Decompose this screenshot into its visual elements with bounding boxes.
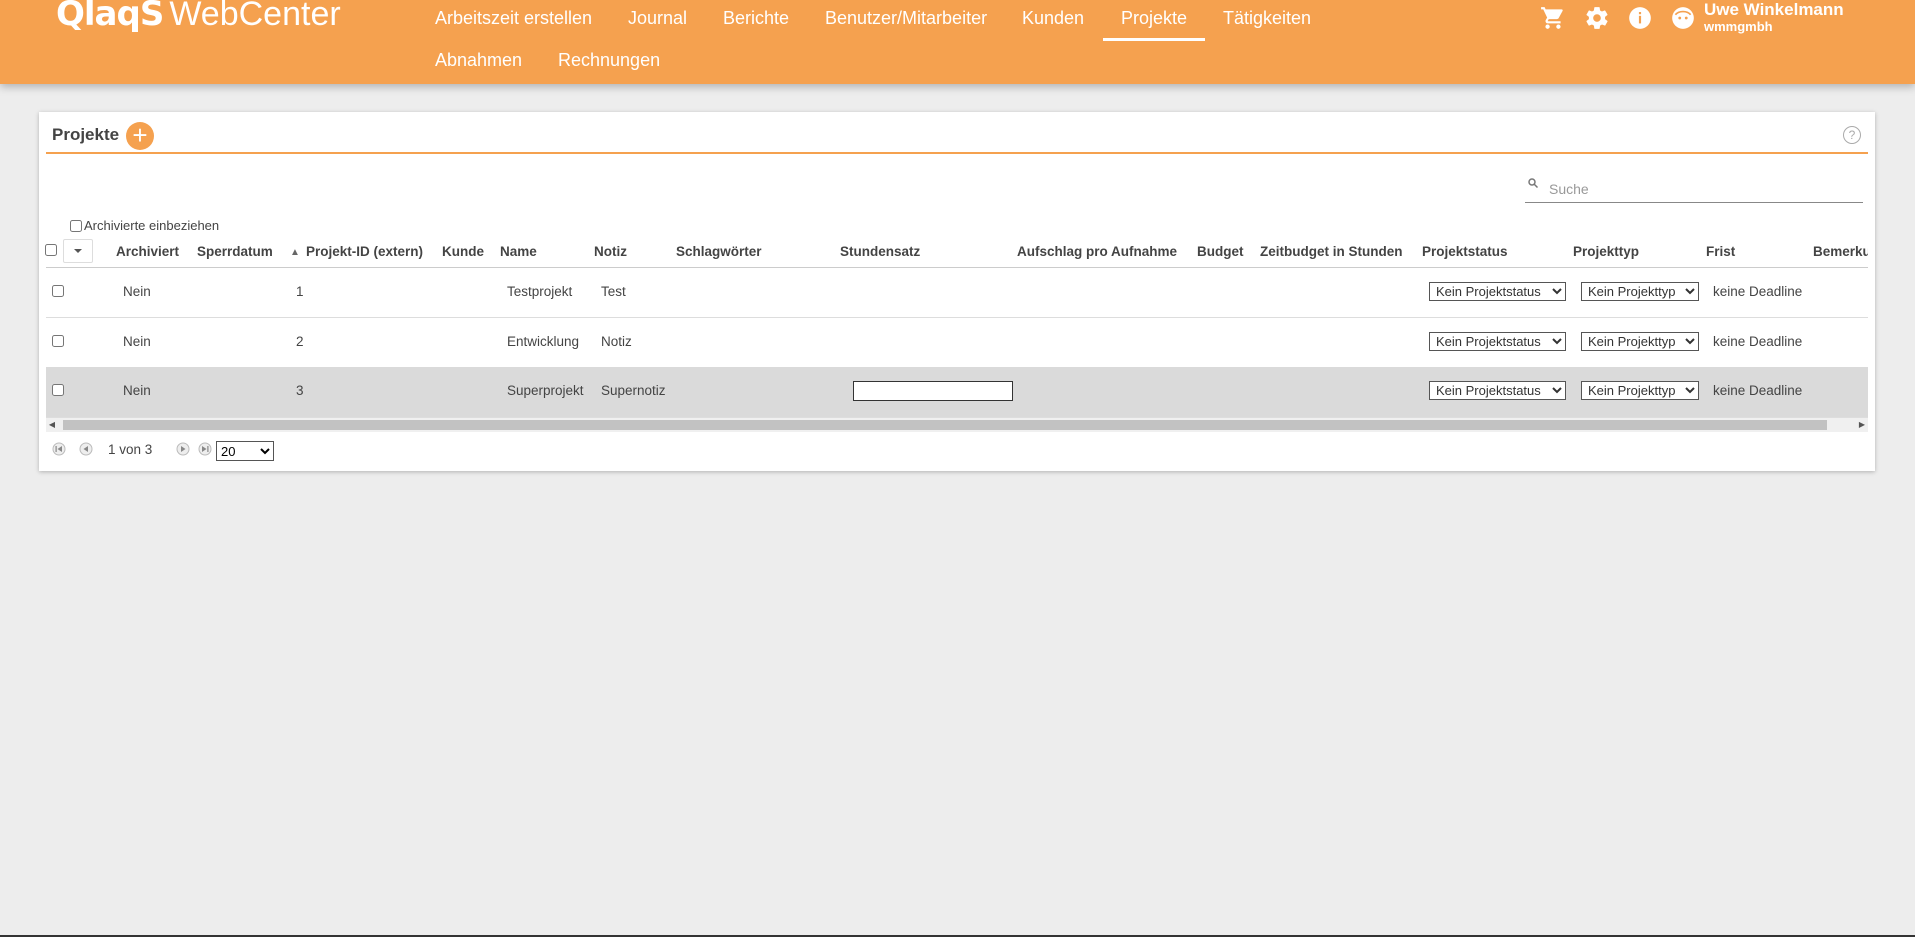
col-notiz[interactable]: Notiz	[594, 244, 627, 259]
nav-projekte[interactable]: Projekte	[1102, 8, 1206, 41]
nav-berichte[interactable]: Berichte	[723, 8, 789, 29]
col-aufschlag[interactable]: Aufschlag pro Aufnahme	[1017, 244, 1177, 259]
projekttyp-select[interactable]: Kein Projekttyp	[1581, 332, 1699, 351]
user-face-icon[interactable]	[1670, 5, 1696, 31]
col-budget[interactable]: Budget	[1197, 244, 1244, 259]
col-name[interactable]: Name	[500, 244, 537, 259]
nav-kunden[interactable]: Kunden	[1022, 8, 1084, 29]
first-page-icon[interactable]	[51, 442, 67, 456]
archived-filter: Archivierte einbeziehen	[70, 218, 219, 233]
projects-panel: Projekte + ? Archivierte einbeziehen Arc…	[39, 112, 1875, 471]
previous-page-icon[interactable]	[78, 442, 94, 456]
last-page-icon[interactable]	[197, 442, 213, 456]
cell-notiz: Supernotiz	[601, 383, 666, 398]
search-icon	[1528, 178, 1539, 189]
cell-name: Superprojekt	[507, 383, 584, 398]
row-checkbox[interactable]	[52, 285, 64, 297]
col-kunde[interactable]: Kunde	[442, 244, 484, 259]
col-archiviert[interactable]: Archiviert	[116, 244, 179, 259]
scroll-right-icon[interactable]: ▶	[1856, 418, 1868, 432]
cell-archiviert: Nein	[123, 284, 151, 299]
user-company: wmmgmbh	[1704, 19, 1773, 34]
archived-label: Archivierte einbeziehen	[84, 218, 220, 233]
col-zeitbudget[interactable]: Zeitbudget in Stunden	[1260, 244, 1402, 259]
user-menu[interactable]: Uwe Winkelmann wmmgmbh	[1704, 0, 1844, 34]
col-frist[interactable]: Frist	[1706, 244, 1735, 259]
chevron-down-icon	[74, 249, 82, 253]
panel-divider	[46, 152, 1868, 154]
info-icon[interactable]	[1627, 5, 1653, 31]
col-bemerkungen[interactable]: Bemerkungen	[1813, 244, 1868, 259]
help-icon[interactable]: ?	[1843, 126, 1861, 144]
cell-frist: keine Deadline	[1713, 284, 1803, 299]
cell-projekt-id: 3	[296, 383, 304, 398]
projektstatus-select[interactable]: Kein Projektstatus	[1429, 332, 1566, 351]
nav-journal[interactable]: Journal	[628, 8, 687, 29]
col-projekt-id[interactable]: Projekt-ID (extern)	[306, 244, 423, 259]
cell-name: Testprojekt	[507, 284, 573, 299]
scrollbar-thumb[interactable]	[63, 420, 1827, 430]
select-all-checkbox[interactable]	[45, 244, 57, 256]
scroll-left-icon[interactable]: ◀	[46, 418, 58, 432]
projektstatus-select[interactable]: Kein Projektstatus	[1429, 381, 1566, 400]
archived-checkbox[interactable]	[70, 220, 82, 232]
cell-frist: keine Deadline	[1713, 383, 1803, 398]
nav-abnahmen[interactable]: Abnahmen	[435, 50, 522, 71]
projekttyp-select[interactable]: Kein Projekttyp	[1581, 282, 1699, 301]
logo-product: WebCenter	[169, 0, 341, 33]
nav-arbeitszeit-erstellen[interactable]: Arbeitszeit erstellen	[435, 8, 592, 29]
page-size-select[interactable]: 20	[216, 441, 274, 461]
cell-archiviert: Nein	[123, 334, 151, 349]
cell-archiviert: Nein	[123, 383, 151, 398]
next-page-icon[interactable]	[175, 442, 191, 456]
cell-projekt-id: 1	[296, 284, 304, 299]
col-sperrdatum[interactable]: Sperrdatum	[197, 244, 273, 259]
col-schlagwoerter[interactable]: Schlagwörter	[676, 244, 762, 259]
horizontal-scrollbar[interactable]: ◀ ▶	[46, 418, 1868, 432]
nav-rechnungen[interactable]: Rechnungen	[558, 50, 660, 71]
stundensatz-input[interactable]	[853, 381, 1013, 401]
nav-taetigkeiten[interactable]: Tätigkeiten	[1223, 8, 1311, 29]
search-input[interactable]	[1547, 178, 1851, 200]
search-box	[1525, 172, 1863, 203]
logo-brand: QlaqS	[56, 0, 164, 34]
panel-title: Projekte	[52, 125, 120, 144]
user-name: Uwe Winkelmann	[1704, 0, 1844, 19]
table-row[interactable]: Nein 3 Superprojekt Supernotiz Kein Proj…	[46, 367, 1868, 418]
cell-notiz: Notiz	[601, 334, 632, 349]
nav-benutzer-mitarbeiter[interactable]: Benutzer/Mitarbeiter	[825, 8, 987, 29]
projekttyp-select[interactable]: Kein Projekttyp	[1581, 381, 1699, 400]
selection-menu[interactable]	[63, 239, 93, 263]
col-stundensatz[interactable]: Stundensatz	[840, 244, 920, 259]
col-projekttyp[interactable]: Projekttyp	[1573, 244, 1639, 259]
table-row[interactable]: Nein 1 Testprojekt Test Kein Projektstat…	[46, 268, 1868, 318]
gear-icon[interactable]	[1584, 5, 1610, 31]
row-checkbox[interactable]	[52, 335, 64, 347]
col-projektstatus[interactable]: Projektstatus	[1422, 244, 1508, 259]
page-info: 1 von 3	[108, 442, 153, 457]
cell-projekt-id: 2	[296, 334, 304, 349]
cell-frist: keine Deadline	[1713, 334, 1803, 349]
add-project-button[interactable]: +	[126, 122, 154, 150]
table-row[interactable]: Nein 2 Entwicklung Notiz Kein Projektsta…	[46, 318, 1868, 368]
projektstatus-select[interactable]: Kein Projektstatus	[1429, 282, 1566, 301]
sort-ascending-icon: ▲	[290, 247, 300, 258]
top-header: QlaqS WebCenter Arbeitszeit erstellen Jou…	[0, 0, 1915, 84]
app-logo[interactable]: QlaqS WebCenter	[56, 0, 341, 34]
cell-name: Entwicklung	[507, 334, 580, 349]
cell-notiz: Test	[601, 284, 626, 299]
cart-icon[interactable]	[1540, 5, 1566, 31]
row-checkbox[interactable]	[52, 384, 64, 396]
